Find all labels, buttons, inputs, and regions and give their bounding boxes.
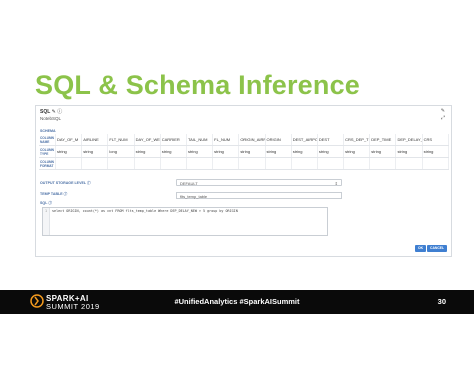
ok-button[interactable]: OK xyxy=(415,245,427,252)
column-name-cell[interactable]: AIRLINE xyxy=(81,134,109,146)
row-label: COLUMN NAME xyxy=(39,134,56,146)
column-name-cell[interactable]: DEP_TIME xyxy=(369,134,397,146)
temp-table-label: TEMP TABLE ⓘ xyxy=(40,192,68,196)
column-name-cell[interactable]: ORIGIN xyxy=(265,134,292,146)
output-storage-label: OUTPUT STORAGE LEVEL ⓘ xyxy=(40,181,91,185)
column-type-cell[interactable]: string xyxy=(134,145,161,158)
column-type-cell[interactable]: long xyxy=(107,145,135,158)
column-type-cell[interactable]: string xyxy=(395,145,423,158)
help-icon[interactable]: ⓘ xyxy=(87,181,91,185)
cancel-button[interactable]: CANCEL xyxy=(427,245,448,252)
help-icon[interactable]: ⓘ xyxy=(48,201,52,205)
column-format-cell[interactable] xyxy=(422,157,450,170)
column-format-cell[interactable] xyxy=(369,157,397,170)
info-icon[interactable]: ⓘ xyxy=(57,109,62,115)
column-format-cell[interactable] xyxy=(55,157,83,170)
column-format-cell[interactable] xyxy=(343,157,371,170)
column-name-cell[interactable]: DAY_OF_M xyxy=(55,134,83,146)
column-type-cell[interactable]: string xyxy=(265,145,292,158)
row-label: COLUMN FORMAT xyxy=(39,157,56,170)
column-format-cell[interactable] xyxy=(265,157,292,170)
column-type-cell[interactable]: string xyxy=(55,145,83,158)
column-name-cell[interactable]: TAIL_NUM xyxy=(186,134,214,146)
panel-title: SQL xyxy=(40,109,51,115)
column-format-cell[interactable] xyxy=(291,157,318,170)
column-format-cell[interactable] xyxy=(317,157,345,170)
column-type-cell[interactable]: string xyxy=(291,145,318,158)
caret-icon: ⇕ xyxy=(334,181,338,186)
column-type-cell[interactable]: string xyxy=(238,145,266,158)
column-type-cell[interactable]: string xyxy=(317,145,345,158)
slide-title: SQL & Schema Inference xyxy=(35,70,361,100)
column-name-cell[interactable]: DAY_OF_WEEK xyxy=(134,134,161,146)
column-name-cell[interactable]: DEST_AIRPORT_ID xyxy=(291,134,318,146)
column-name-cell[interactable]: CARRIER xyxy=(160,134,187,146)
schema-label: SCHEMA xyxy=(40,129,56,133)
column-format-cell[interactable] xyxy=(395,157,423,170)
edit-title-icon[interactable]: ✎ xyxy=(52,109,56,115)
sql-code[interactable]: select ORIGIN, count(*) as cnt FROM flts… xyxy=(52,208,238,215)
sql-editor[interactable]: 1 select ORIGIN, count(*) as cnt FROM fl… xyxy=(42,207,328,236)
column-name-cell[interactable]: ORIGIN_AIRPORT_ID xyxy=(238,134,266,146)
help-icon[interactable]: ⓘ xyxy=(64,192,68,196)
column-type-cell[interactable]: string xyxy=(186,145,214,158)
temp-table-input[interactable]: flts_temp_table xyxy=(176,192,342,199)
column-name-cell[interactable]: CRS_DEP_TIME xyxy=(343,134,371,146)
hashtags: #UnifiedAnalytics #SparkAISummit xyxy=(174,297,300,306)
column-type-row: COLUMN TYPE string string long string st… xyxy=(39,145,450,158)
column-type-cell[interactable]: string xyxy=(212,145,240,158)
column-format-cell[interactable] xyxy=(238,157,266,170)
column-name-cell[interactable]: FLT_NUM xyxy=(107,134,135,146)
column-format-cell[interactable] xyxy=(186,157,214,170)
column-name-cell[interactable]: CRS xyxy=(422,134,450,146)
column-format-row: COLUMN FORMAT xyxy=(39,157,450,170)
column-type-cell[interactable]: string xyxy=(160,145,187,158)
column-type-cell[interactable]: string xyxy=(369,145,397,158)
column-format-cell[interactable] xyxy=(212,157,240,170)
column-format-cell[interactable] xyxy=(160,157,187,170)
output-storage-select[interactable]: DEFAULT ⇕ xyxy=(176,179,342,186)
column-type-cell[interactable]: string xyxy=(81,145,109,158)
panel-header: SQL ✎ ⓘ NotebSQL xyxy=(40,108,62,121)
page-number: 30 xyxy=(437,297,446,306)
column-format-cell[interactable] xyxy=(107,157,135,170)
panel-subtitle: NotebSQL xyxy=(40,116,62,121)
row-label: COLUMN TYPE xyxy=(39,145,56,158)
column-name-row: COLUMN NAME DAY_OF_M AIRLINE FLT_NUM DAY… xyxy=(39,134,450,146)
sql-label: SQL ⓘ xyxy=(40,201,52,205)
column-name-cell[interactable]: DEST xyxy=(317,134,345,146)
column-name-cell[interactable]: FL_NUM xyxy=(212,134,240,146)
column-type-cell[interactable]: string xyxy=(343,145,371,158)
edit-icon[interactable]: ✎ xyxy=(441,108,445,114)
line-number: 1 xyxy=(43,208,50,235)
column-name-cell[interactable]: DEP_DELAY_NEW xyxy=(395,134,423,146)
column-format-cell[interactable] xyxy=(81,157,109,170)
expand-icon[interactable]: ⤢ xyxy=(441,115,445,121)
sql-node-panel: SQL ✎ ⓘ NotebSQL ✎ ⤢ SCHEMA COLUMN NAME … xyxy=(35,105,452,257)
column-type-cell[interactable]: string xyxy=(422,145,450,158)
schema-table: COLUMN NAME DAY_OF_M AIRLINE FLT_NUM DAY… xyxy=(39,134,450,170)
column-format-cell[interactable] xyxy=(134,157,161,170)
